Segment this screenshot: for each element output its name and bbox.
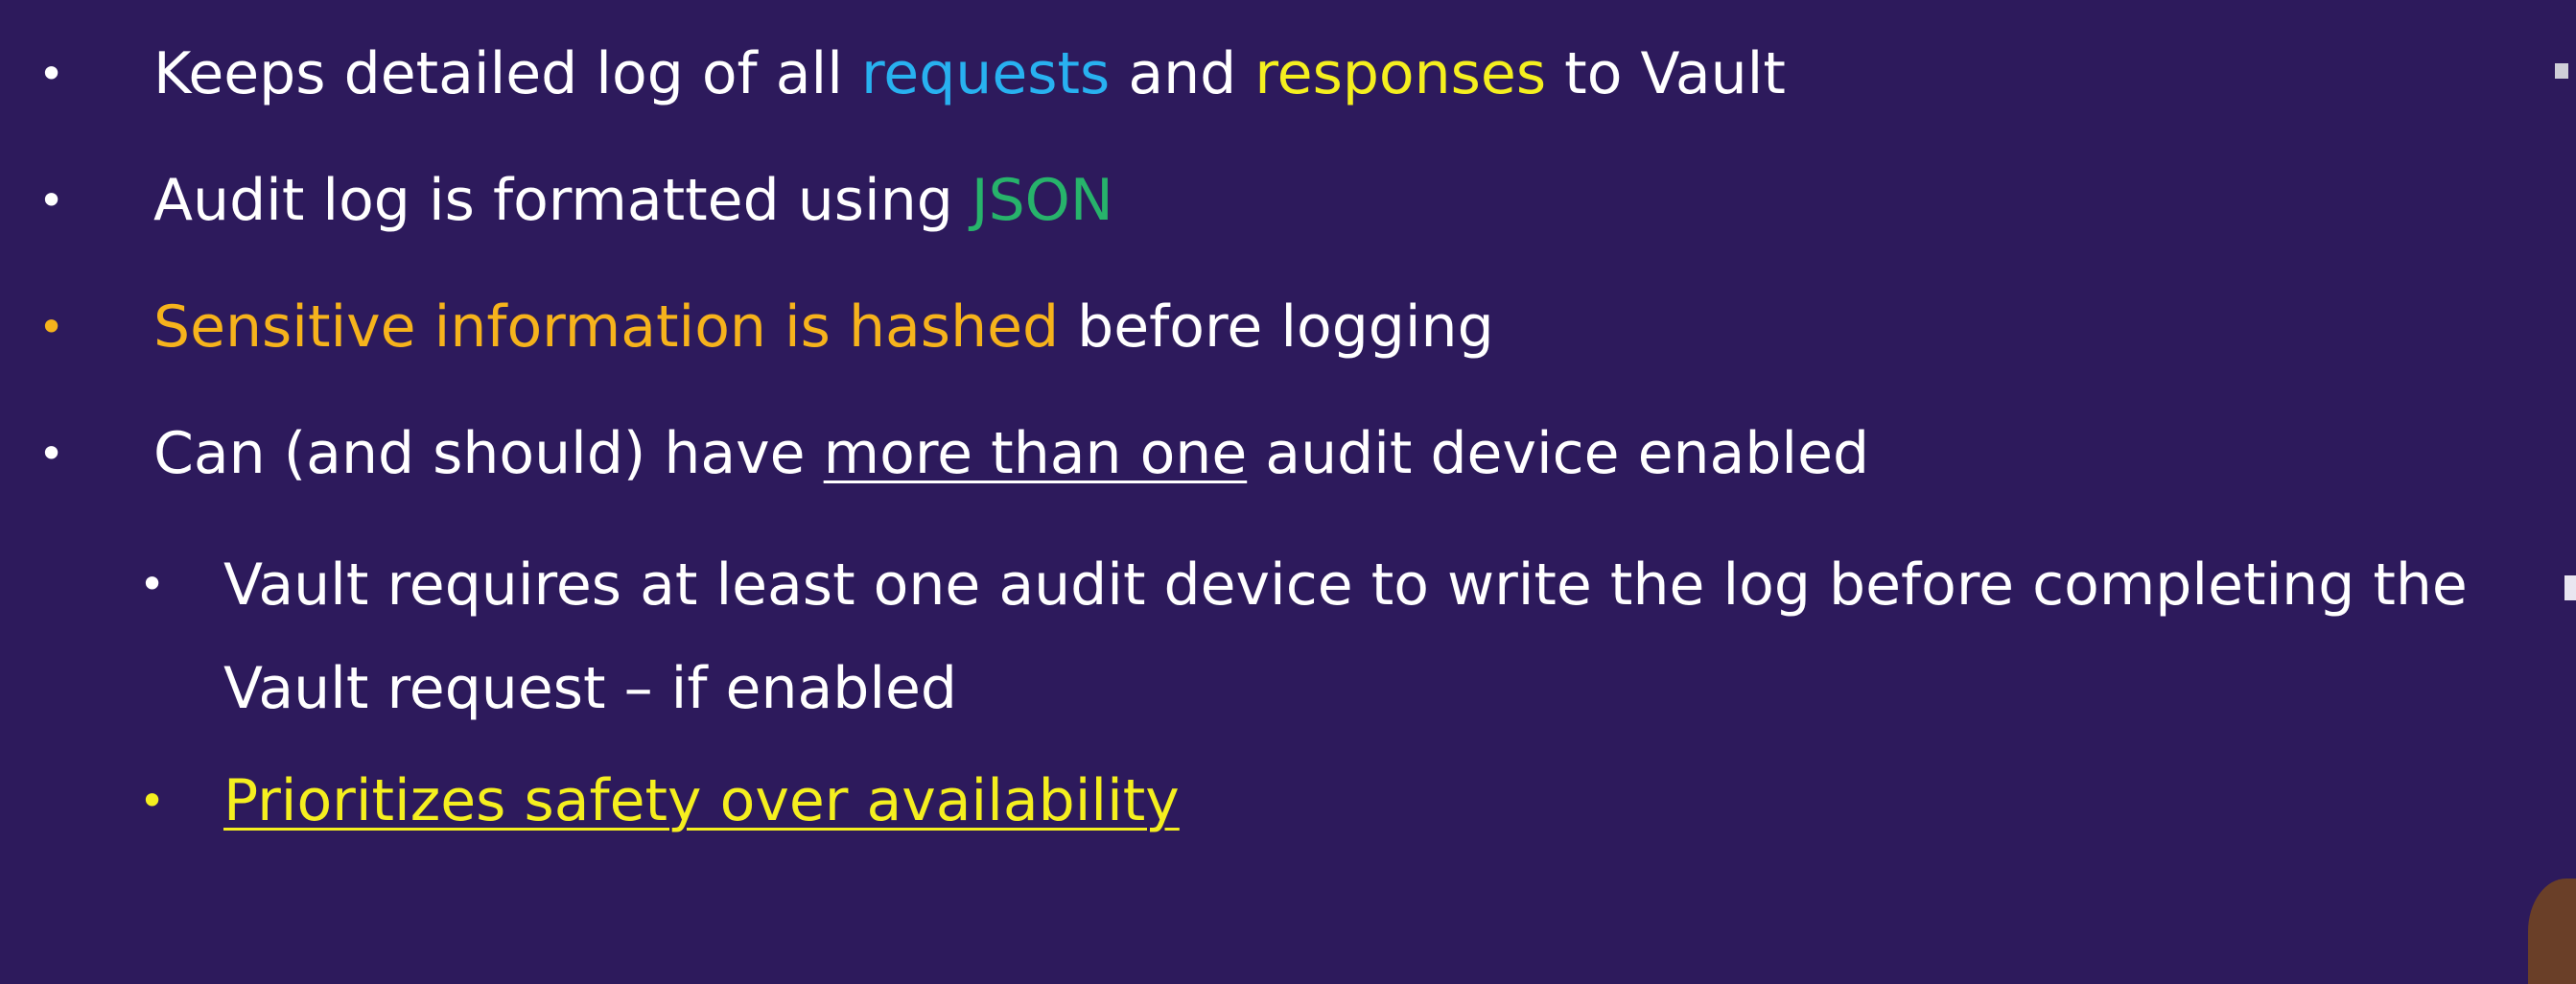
bullet-dot: • (139, 775, 166, 827)
text-segment: Audit log is formatted using (153, 167, 972, 234)
bullet-text: Can (and should) have more than one audi… (153, 403, 1869, 504)
bullet-json: • Audit log is formatted using JSON (0, 150, 1113, 251)
highlight-json: JSON (971, 167, 1113, 234)
highlight-sensitive: Sensitive information is hashed (153, 293, 1060, 361)
bullet-text: Audit log is formatted using JSON (153, 150, 1113, 251)
bullet-text: Sensitive information is hashed before l… (153, 276, 1494, 378)
sub-bullet-write-log: • Vault requires at least one audit devi… (0, 533, 2576, 740)
highlight-requests: requests (860, 40, 1111, 107)
underlined-more-than-one: more than one (823, 420, 1248, 487)
text-segment: audit device enabled (1247, 420, 1870, 487)
text-segment: Can (and should) have (153, 420, 824, 487)
bullet-multiple-devices: • Can (and should) have more than one au… (0, 403, 1869, 504)
text-segment: before logging (1059, 293, 1494, 361)
highlight-safety: Prioritizes safety over availability (223, 767, 1180, 834)
highlight-responses: responses (1254, 40, 1547, 107)
bullet-text: Vault requires at least one audit device… (223, 551, 2468, 722)
bullet-dot: • (38, 301, 65, 353)
sub-bullet-safety: • Prioritizes safety over availability (0, 750, 1180, 852)
presenter-shape (2528, 879, 2576, 984)
bullet-dot: • (38, 48, 65, 100)
text-segment: to Vault (1546, 40, 1786, 107)
slide: • Keeps detailed log of all requests and… (0, 0, 2576, 984)
bullet-dot: • (38, 428, 65, 480)
bullet-dot: • (38, 175, 65, 226)
corner-mark (2555, 63, 2568, 79)
bullet-dot: • (139, 558, 166, 610)
bullet-text: Keeps detailed log of all requests and r… (153, 23, 1786, 125)
bullet-hashed: • Sensitive information is hashed before… (0, 276, 1494, 378)
bullet-requests-responses: • Keeps detailed log of all requests and… (0, 23, 1786, 125)
edge-glyph (2564, 575, 2576, 600)
text-segment: Keeps detailed log of all (153, 40, 861, 107)
text-segment: and (1110, 40, 1255, 107)
